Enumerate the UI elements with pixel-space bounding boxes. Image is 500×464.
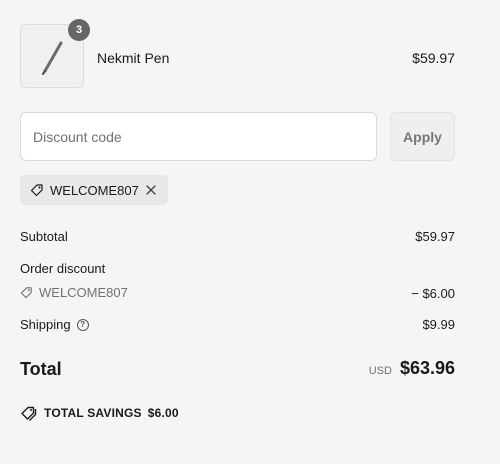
currency-code: USD (368, 365, 392, 377)
discount-code-input[interactable] (20, 112, 377, 161)
order-discount-code: WELCOME807 (39, 285, 128, 300)
info-icon[interactable]: ? (76, 318, 89, 331)
shipping-label: Shipping (20, 317, 71, 332)
product-name: Nekmit Pen (97, 50, 170, 66)
order-discount-label: Order discount (20, 261, 106, 276)
remove-discount-button[interactable] (142, 181, 160, 199)
total-savings: TOTAL SAVINGS $6.00 (20, 405, 179, 421)
quantity-badge: 3 (68, 19, 90, 41)
applied-discount-chip: WELCOME807 (20, 175, 168, 205)
subtotal-value: $59.97 (415, 229, 455, 244)
close-icon (146, 185, 156, 195)
total-label: Total (20, 359, 62, 379)
tags-icon (21, 406, 37, 421)
tag-icon (20, 287, 32, 299)
applied-discount-code: WELCOME807 (50, 182, 139, 198)
shipping-label-row: Shipping ? (20, 317, 89, 332)
product-price: $59.97 (412, 50, 455, 66)
shipping-value: $9.99 (422, 317, 455, 332)
order-discount-value: − $6.00 (411, 286, 455, 301)
tag-icon (30, 184, 43, 197)
subtotal-label: Subtotal (20, 229, 68, 244)
apply-button[interactable]: Apply (390, 112, 455, 161)
total-value: $63.96 (399, 358, 455, 378)
order-discount-code-row: WELCOME807 (20, 285, 128, 300)
total-value-wrap: USD $63.96 (369, 358, 455, 379)
savings-label: TOTAL SAVINGS (44, 406, 142, 420)
savings-value: $6.00 (147, 406, 179, 420)
